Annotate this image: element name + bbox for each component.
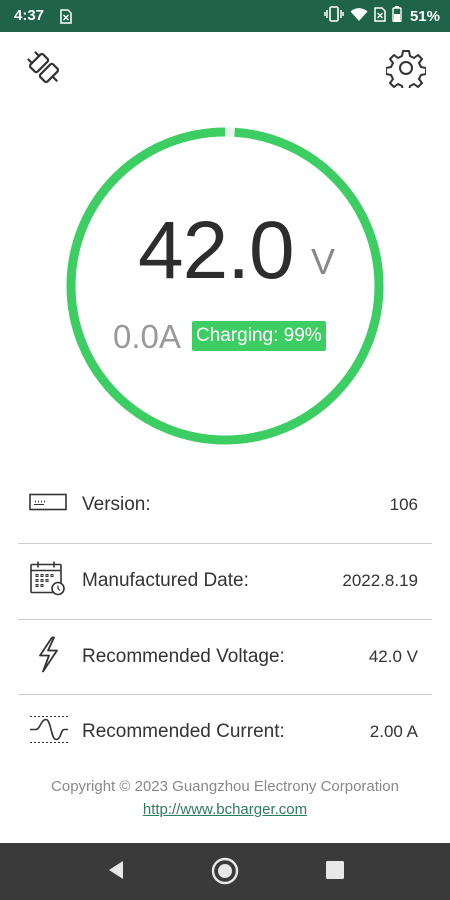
current-value: 0.0A bbox=[113, 318, 181, 355]
info-row-version: Version: 106 bbox=[18, 468, 432, 542]
no-sim-icon bbox=[374, 6, 386, 27]
status-time: 4:37 bbox=[14, 7, 45, 24]
calendar-icon bbox=[28, 560, 68, 603]
battery-percent: 51% bbox=[409, 8, 440, 25]
info-value: 42.0 V bbox=[368, 647, 418, 666]
info-label: Manufactured Date: bbox=[82, 570, 249, 591]
info-row-recommended-current: Recommended Current: 2.00 A bbox=[18, 695, 432, 769]
voltage-unit: V bbox=[311, 241, 336, 282]
plug-icon[interactable] bbox=[24, 48, 64, 93]
vibrate-icon bbox=[324, 6, 344, 27]
info-row-manufactured-date: Manufactured Date: 2022.8.19 bbox=[18, 544, 432, 618]
website-link[interactable]: http://www.bcharger.com bbox=[0, 801, 450, 818]
battery-icon bbox=[392, 6, 402, 27]
info-value: 2.00 A bbox=[369, 722, 418, 741]
wifi-icon bbox=[350, 7, 368, 27]
lightning-icon bbox=[28, 635, 68, 680]
home-button[interactable] bbox=[211, 857, 239, 890]
voltage-value: 42.0 bbox=[138, 205, 295, 296]
recents-button[interactable] bbox=[323, 857, 347, 888]
info-label: Version: bbox=[82, 494, 151, 515]
waveform-icon bbox=[28, 712, 70, 753]
info-value: 106 bbox=[389, 495, 418, 514]
copyright-text: Copyright © 2023 Guangzhou Electrony Cor… bbox=[51, 778, 399, 795]
info-label: Recommended Voltage: bbox=[82, 646, 285, 667]
info-value: 2022.8.19 bbox=[342, 571, 418, 590]
version-icon bbox=[28, 492, 68, 519]
navigation-bar bbox=[0, 843, 450, 900]
info-row-recommended-voltage: Recommended Voltage: 42.0 V bbox=[18, 620, 432, 694]
status-bar: 4:37 51% bbox=[0, 0, 450, 32]
charging-status-badge: Charging: 99% bbox=[192, 321, 326, 351]
info-label: Recommended Current: bbox=[82, 721, 285, 742]
gear-icon[interactable] bbox=[385, 48, 427, 93]
back-button[interactable] bbox=[104, 857, 126, 888]
sim-card-icon bbox=[60, 9, 72, 29]
